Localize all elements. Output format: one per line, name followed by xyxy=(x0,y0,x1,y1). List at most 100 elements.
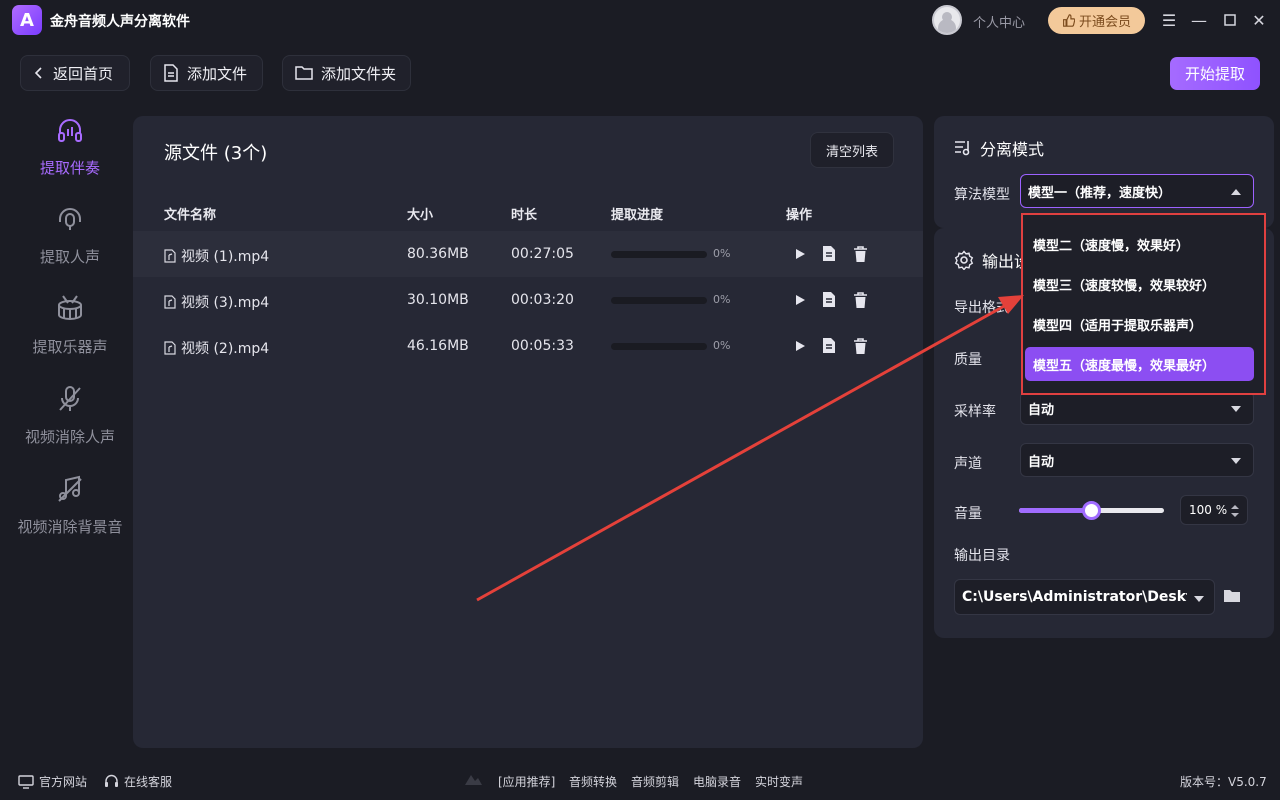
delete-icon[interactable] xyxy=(851,336,869,356)
play-icon[interactable] xyxy=(791,244,809,264)
thumbs-up-icon xyxy=(1063,14,1075,27)
file-name-cell: 视频 (1).mp4 xyxy=(164,246,269,266)
col-header-size: 大小 xyxy=(407,208,434,223)
progress-bar xyxy=(611,297,707,304)
chevron-down-icon[interactable] xyxy=(1194,596,1204,602)
progress-bar xyxy=(611,343,707,350)
play-icon[interactable] xyxy=(791,336,809,356)
user-center-link[interactable]: 个人中心 xyxy=(973,12,1025,31)
file-duration-cell: 00:05:33 xyxy=(511,338,574,354)
monitor-icon xyxy=(18,774,34,789)
nav-video-remove-background[interactable]: 视频消除背景音 xyxy=(0,472,140,537)
recommend-logo-icon xyxy=(462,771,484,789)
chevron-down-icon xyxy=(1231,458,1241,464)
pc-recording-link[interactable]: 电脑录音 xyxy=(693,773,741,790)
nav-label: 提取人声 xyxy=(39,248,100,266)
quality-label: 质量 xyxy=(954,352,982,368)
headphones-icon xyxy=(53,113,87,147)
delete-icon[interactable] xyxy=(851,290,869,310)
folder-icon xyxy=(295,66,313,80)
nav-extract-vocals[interactable]: 提取人声 xyxy=(0,202,140,267)
app-logo: A xyxy=(12,5,42,35)
app-title: 金舟音频人声分离软件 xyxy=(50,14,190,30)
clear-list-button[interactable]: 清空列表 xyxy=(810,132,894,168)
nav-extract-instruments[interactable]: 提取乐器声 xyxy=(0,292,140,357)
model-select[interactable]: 模型一（推荐，速度快） xyxy=(1020,174,1254,208)
audio-edit-link[interactable]: 音频剪辑 xyxy=(631,773,679,790)
edit-file-icon[interactable] xyxy=(821,244,839,264)
progress-bar xyxy=(611,251,707,258)
sample-rate-label: 采样率 xyxy=(954,404,996,420)
chevron-up-icon xyxy=(1231,189,1241,195)
back-home-label: 返回首页 xyxy=(53,64,114,83)
nav-label: 提取乐器声 xyxy=(32,338,108,356)
add-file-button[interactable]: 添加文件 xyxy=(150,55,263,91)
channel-value: 自动 xyxy=(1028,454,1055,470)
output-dir-label: 输出目录 xyxy=(954,548,1010,564)
model-dropdown-menu: 模型二（速度慢，效果好） 模型三（速度较慢，效果较好） 模型四（适用于提取乐器声… xyxy=(1021,213,1266,395)
voice-changer-link[interactable]: 实时变声 xyxy=(755,773,803,790)
volume-input[interactable]: 100 % xyxy=(1180,495,1248,525)
back-home-button[interactable]: 返回首页 xyxy=(20,55,130,91)
file-name-cell: 视频 (3).mp4 xyxy=(164,292,269,312)
col-header-name: 文件名称 xyxy=(164,208,217,223)
support-link[interactable]: 在线客服 xyxy=(104,773,172,790)
model-option-2[interactable]: 模型二（速度慢，效果好） xyxy=(1025,227,1254,261)
nav-label: 提取伴奏 xyxy=(39,159,100,177)
format-label: 导出格式 xyxy=(954,300,1010,316)
audio-file-icon xyxy=(164,295,176,309)
close-icon[interactable]: ✕ xyxy=(1248,9,1270,31)
start-extract-button[interactable]: 开始提取 xyxy=(1170,57,1260,90)
separation-mode-title: 分离模式 xyxy=(954,136,1044,160)
sample-rate-value: 自动 xyxy=(1028,402,1055,418)
play-icon[interactable] xyxy=(791,290,809,310)
version-label: 版本号：V5.0.7 xyxy=(1180,775,1267,789)
model-option-4[interactable]: 模型四（适用于提取乐器声） xyxy=(1025,307,1254,341)
chevron-down-icon xyxy=(1231,406,1241,412)
add-folder-button[interactable]: 添加文件夹 xyxy=(282,55,411,91)
volume-slider-handle[interactable] xyxy=(1081,501,1101,520)
output-settings-title: 输出设 xyxy=(954,248,1030,272)
channel-select[interactable]: 自动 xyxy=(1020,443,1254,477)
title-bar: A 金舟音频人声分离软件 个人中心 开通会员 ☰ — ✕ xyxy=(0,0,1280,40)
music-off-icon xyxy=(53,472,87,506)
menu-icon[interactable]: ☰ xyxy=(1158,9,1180,31)
volume-label: 音量 xyxy=(954,506,982,522)
minimize-icon[interactable]: — xyxy=(1188,9,1210,31)
audio-file-icon xyxy=(164,249,176,263)
vip-button[interactable]: 开通会员 xyxy=(1048,7,1145,34)
audio-convert-link[interactable]: 音频转换 xyxy=(569,773,617,790)
nav-label: 视频消除人声 xyxy=(24,428,115,446)
model-option-5[interactable]: 模型五（速度最慢，效果最好） xyxy=(1025,347,1254,381)
website-link[interactable]: 官方网站 xyxy=(18,773,87,790)
source-files-panel: 源文件 (3个) 清空列表 文件名称 大小 时长 提取进度 操作 视频 (1).… xyxy=(133,116,923,748)
progress-percent: 0% xyxy=(713,247,731,260)
folder-icon[interactable] xyxy=(1223,588,1241,608)
avatar[interactable] xyxy=(932,5,962,35)
chevron-left-icon xyxy=(34,67,42,79)
col-header-actions: 操作 xyxy=(786,208,813,223)
file-duration-cell: 00:27:05 xyxy=(511,246,574,262)
sample-rate-select[interactable]: 自动 xyxy=(1020,391,1254,425)
edit-file-icon[interactable] xyxy=(821,336,839,356)
channel-label: 声道 xyxy=(954,456,982,472)
model-select-value: 模型一（推荐，速度快） xyxy=(1028,185,1172,201)
model-option-3[interactable]: 模型三（速度较慢，效果较好） xyxy=(1025,267,1254,301)
volume-slider-fill xyxy=(1019,508,1092,513)
output-dir-input[interactable]: C:\Users\Administrator\Desktop xyxy=(954,579,1215,615)
audio-file-icon xyxy=(164,341,176,355)
delete-icon[interactable] xyxy=(851,244,869,264)
file-name-cell: 视频 (2).mp4 xyxy=(164,338,269,358)
volume-slider[interactable] xyxy=(1019,501,1164,520)
nav-video-remove-vocals[interactable]: 视频消除人声 xyxy=(0,382,140,447)
volume-value: 100 % xyxy=(1189,503,1228,517)
table-row[interactable]: 视频 (1).mp4 80.36MB 00:27:05 0% xyxy=(133,231,923,277)
output-dir-value: C:\Users\Administrator\Desktop xyxy=(962,589,1187,605)
mic-off-icon xyxy=(53,382,87,416)
table-row[interactable]: 视频 (3).mp4 30.10MB 00:03:20 0% xyxy=(133,277,923,323)
edit-file-icon[interactable] xyxy=(821,290,839,310)
nav-extract-accompaniment[interactable]: 提取伴奏 xyxy=(0,113,140,178)
table-row[interactable]: 视频 (2).mp4 46.16MB 00:05:33 0% xyxy=(133,323,923,369)
stepper-icon[interactable] xyxy=(1230,503,1240,519)
maximize-icon[interactable] xyxy=(1219,9,1241,31)
